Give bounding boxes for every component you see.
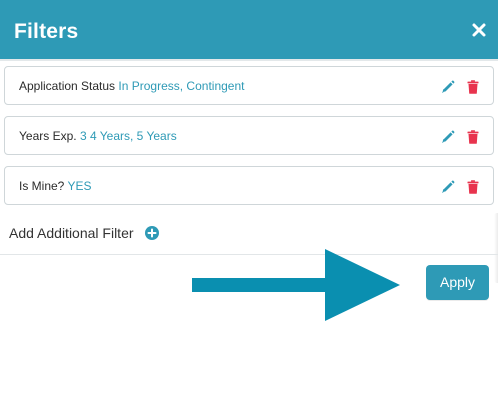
delete-filter-button[interactable] bbox=[467, 180, 479, 194]
filter-value: YES bbox=[67, 179, 92, 193]
filter-row-application-status: Application Status In Progress, Continge… bbox=[4, 66, 494, 105]
edit-filter-button[interactable] bbox=[441, 80, 455, 94]
delete-filter-button[interactable] bbox=[467, 80, 479, 94]
filter-row-is-mine: Is Mine? YES bbox=[4, 166, 494, 205]
filter-label: Is Mine? bbox=[19, 179, 65, 193]
filter-row-years-exp: Years Exp. 3 4 Years, 5 Years bbox=[4, 116, 494, 155]
arrow-right-icon bbox=[192, 247, 402, 323]
delete-filter-button[interactable] bbox=[467, 130, 479, 144]
filter-text: Is Mine? YES bbox=[19, 179, 92, 194]
apply-button[interactable]: Apply bbox=[426, 265, 489, 300]
filters-header: Filters bbox=[0, 0, 498, 61]
scroll-edge-shadow bbox=[494, 213, 498, 283]
panel-title: Filters bbox=[14, 20, 79, 43]
edit-filter-button[interactable] bbox=[441, 180, 455, 194]
plus-circle-icon bbox=[144, 226, 159, 240]
edit-filter-button[interactable] bbox=[441, 130, 455, 144]
filters-panel: Filters Application Status In Progress, … bbox=[0, 0, 498, 415]
filter-value: 3 4 Years, 5 Years bbox=[79, 129, 177, 143]
trash-icon bbox=[467, 180, 479, 194]
filter-text: Application Status In Progress, Continge… bbox=[19, 79, 244, 94]
trash-icon bbox=[467, 80, 479, 94]
filter-label: Years Exp. bbox=[19, 129, 77, 143]
close-button[interactable] bbox=[470, 20, 488, 40]
pencil-icon bbox=[441, 130, 455, 144]
trash-icon bbox=[467, 130, 479, 144]
filter-text: Years Exp. 3 4 Years, 5 Years bbox=[19, 129, 177, 144]
add-filter-label: Add Additional Filter bbox=[9, 225, 134, 241]
filter-value: In Progress, Contingent bbox=[118, 79, 245, 93]
add-filter-button[interactable]: Add Additional Filter bbox=[9, 223, 159, 243]
pencil-icon bbox=[441, 180, 455, 194]
pencil-icon bbox=[441, 80, 455, 94]
filter-label: Application Status bbox=[19, 79, 116, 93]
close-icon bbox=[470, 20, 488, 40]
